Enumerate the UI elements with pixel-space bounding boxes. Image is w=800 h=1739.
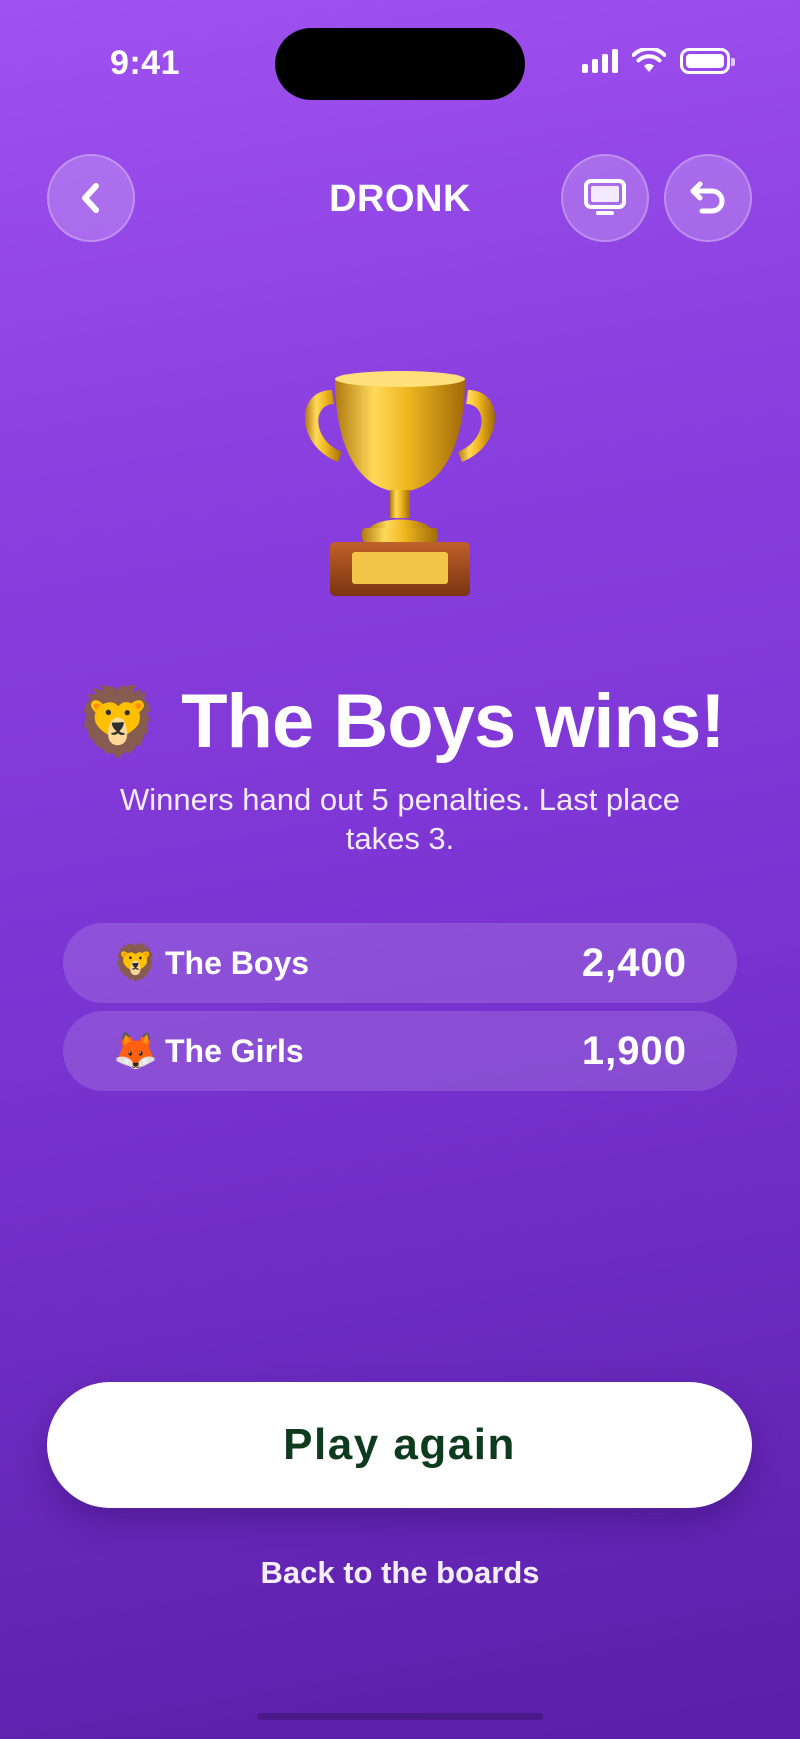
score-row: 🦊 The Girls 1,900 [63, 1011, 737, 1091]
team-emoji-icon: 🦊 [113, 1030, 158, 1071]
team-emoji-icon: 🦁 [113, 942, 158, 983]
status-time: 9:41 [110, 44, 181, 82]
play-again-label: Play again [283, 1420, 516, 1469]
undo-arrow-icon [690, 181, 725, 214]
trophy-icon [304, 371, 496, 596]
team-name: The Boys [165, 944, 310, 981]
cellular-signal-icon [582, 49, 618, 73]
play-again-button[interactable]: Play again [47, 1382, 752, 1508]
team-name: The Girls [165, 1032, 304, 1069]
home-indicator[interactable] [257, 1713, 543, 1720]
score-list: 🦁 The Boys 2,400 🦊 The Girls 1,900 [63, 923, 737, 1099]
winner-heading: 🦁 The Boys wins! [0, 678, 800, 765]
penalty-subtitle: Winners hand out 5 penalties. Last place… [119, 782, 681, 856]
wifi-icon [632, 48, 666, 72]
dynamic-island [275, 28, 525, 100]
status-icons [582, 48, 735, 74]
back-to-boards-link[interactable]: Back to the boards [0, 1555, 800, 1591]
monitor-icon [584, 179, 626, 215]
tv-mode-button[interactable] [561, 154, 649, 242]
team-score: 1,900 [581, 1028, 687, 1073]
score-row: 🦁 The Boys 2,400 [63, 923, 737, 1003]
team-score: 2,400 [581, 940, 687, 985]
status-bar: 9:41 [0, 0, 800, 120]
undo-button[interactable] [664, 154, 752, 242]
lion-emoji-icon: 🦁 [75, 683, 160, 760]
top-nav: DRONK [0, 154, 800, 244]
battery-icon [680, 48, 735, 74]
winner-text: The Boys wins! [181, 679, 725, 764]
